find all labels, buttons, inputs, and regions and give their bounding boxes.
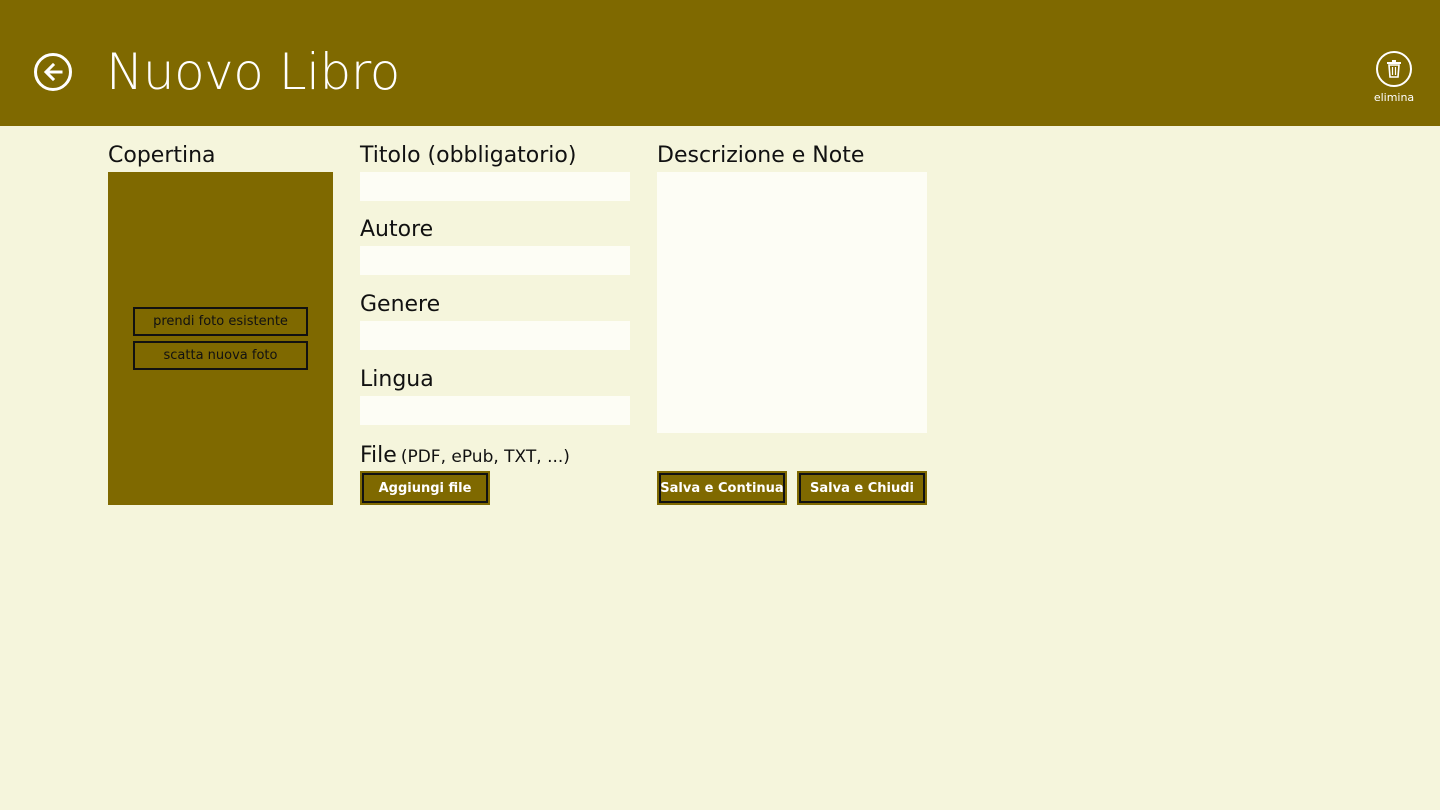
language-input[interactable]: [360, 396, 630, 425]
file-types-hint: (PDF, ePub, TXT, ...): [400, 447, 570, 467]
genre-label: Genere: [360, 292, 441, 317]
cover-label: Copertina: [108, 143, 216, 168]
author-label: Autore: [360, 217, 434, 242]
take-new-photo-button[interactable]: scatta nuova foto: [133, 341, 308, 370]
cover-image-area: prendi foto esistente scatta nuova foto: [108, 172, 333, 505]
notes-label: Descrizione e Note: [657, 143, 865, 168]
file-label-group: File (PDF, ePub, TXT, ...): [360, 442, 570, 471]
author-input[interactable]: [360, 246, 630, 275]
arrow-left-icon: [43, 62, 63, 82]
page-title: Nuovo Libro: [106, 43, 400, 101]
file-label: File: [360, 443, 397, 468]
delete-button[interactable]: elimina: [1368, 51, 1420, 104]
app-header: Nuovo Libro elimina: [0, 0, 1440, 126]
trash-icon: [1387, 60, 1401, 78]
genre-input[interactable]: [360, 321, 630, 350]
save-continue-button[interactable]: Salva e Continua: [657, 471, 787, 505]
save-close-button[interactable]: Salva e Chiudi: [797, 471, 927, 505]
language-label: Lingua: [360, 367, 434, 392]
title-label: Titolo (obbligatorio): [360, 143, 577, 168]
title-input[interactable]: [360, 172, 630, 201]
pick-existing-photo-button[interactable]: prendi foto esistente: [133, 307, 308, 336]
notes-textarea[interactable]: [657, 172, 927, 433]
delete-icon-circle[interactable]: [1376, 51, 1412, 87]
delete-label: elimina: [1373, 91, 1415, 104]
add-file-button[interactable]: Aggiungi file: [360, 471, 490, 505]
back-button[interactable]: [34, 53, 72, 91]
